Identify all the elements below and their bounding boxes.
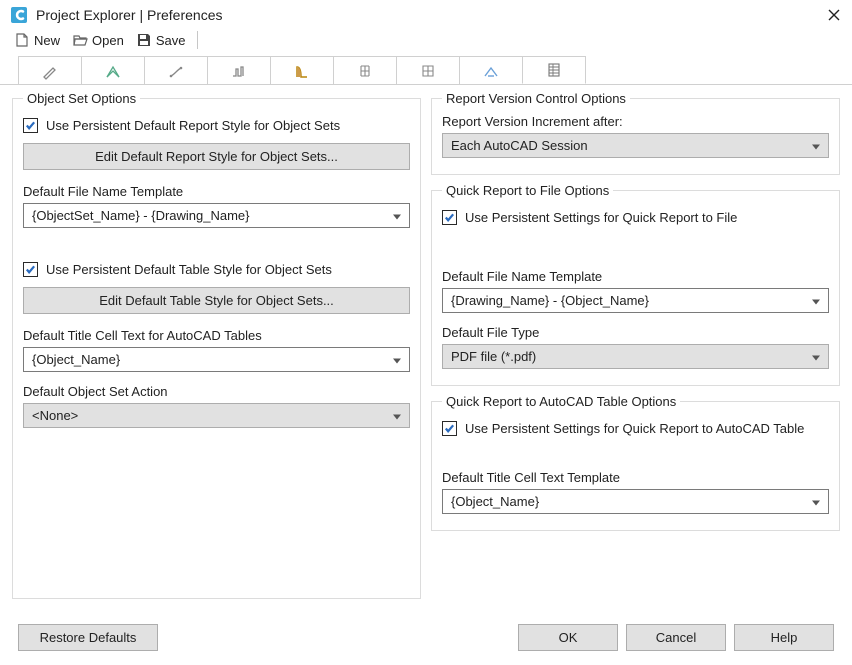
cancel-button[interactable]: Cancel	[626, 624, 726, 651]
titlebar: Project Explorer | Preferences	[0, 0, 852, 28]
use-persist-report-style-checkbox[interactable]: Use Persistent Default Report Style for …	[23, 118, 410, 133]
use-persist-quick-report-file-checkbox[interactable]: Use Persistent Settings for Quick Report…	[442, 210, 829, 225]
use-persist-quick-report-table-label: Use Persistent Settings for Quick Report…	[465, 421, 804, 436]
use-persist-table-style-checkbox[interactable]: Use Persistent Default Table Style for O…	[23, 262, 410, 277]
quick-report-table-group: Quick Report to AutoCAD Table Options Us…	[431, 394, 840, 531]
default-title-cell-value: {Object_Name}	[32, 352, 120, 367]
checkbox-icon	[442, 421, 457, 436]
default-title-cell-combo[interactable]: {Object_Name}	[23, 347, 410, 372]
default-title-cell-label: Default Title Cell Text for AutoCAD Tabl…	[23, 328, 410, 343]
quick-report-table-legend: Quick Report to AutoCAD Table Options	[442, 394, 680, 409]
qr-file-name-template-value: {Drawing_Name} - {Object_Name}	[451, 293, 649, 308]
toolbar-open-label: Open	[92, 33, 124, 48]
qr-file-type-label: Default File Type	[442, 325, 829, 340]
restore-defaults-button[interactable]: Restore Defaults	[18, 624, 158, 651]
app-icon	[10, 6, 28, 24]
report-version-increment-combo[interactable]: Each AutoCAD Session	[442, 133, 829, 158]
default-filename-template-combo[interactable]: {ObjectSet_Name} - {Drawing_Name}	[23, 203, 410, 228]
qr-table-title-template-combo[interactable]: {Object_Name}	[442, 489, 829, 514]
tab-8[interactable]	[459, 56, 523, 84]
qr-file-type-combo[interactable]: PDF file (*.pdf)	[442, 344, 829, 369]
tab-4[interactable]	[207, 56, 271, 84]
report-version-control-legend: Report Version Control Options	[442, 91, 630, 106]
toolbar-open[interactable]: Open	[68, 30, 128, 50]
default-filename-template-label: Default File Name Template	[23, 184, 410, 199]
tab-7[interactable]	[396, 56, 460, 84]
object-set-options-group: Object Set Options Use Persistent Defaul…	[12, 91, 421, 599]
close-icon[interactable]	[826, 7, 842, 23]
toolbar-new-label: New	[34, 33, 60, 48]
default-filename-template-value: {ObjectSet_Name} - {Drawing_Name}	[32, 208, 250, 223]
tab-9-active[interactable]	[522, 56, 586, 84]
qr-file-name-template-label: Default File Name Template	[442, 269, 829, 284]
help-button[interactable]: Help	[734, 624, 834, 651]
tabstrip	[0, 56, 852, 85]
open-folder-icon	[72, 32, 88, 48]
use-persist-quick-report-table-checkbox[interactable]: Use Persistent Settings for Quick Report…	[442, 421, 829, 436]
toolbar: New Open Save	[0, 28, 852, 56]
left-column: Object Set Options Use Persistent Defaul…	[12, 85, 421, 601]
report-version-increment-value: Each AutoCAD Session	[451, 138, 588, 153]
quick-report-file-group: Quick Report to File Options Use Persist…	[431, 183, 840, 386]
right-column: Report Version Control Options Report Ve…	[431, 85, 840, 601]
tab-5[interactable]	[270, 56, 334, 84]
tab-2[interactable]	[81, 56, 145, 84]
quick-report-file-legend: Quick Report to File Options	[442, 183, 613, 198]
tab-6[interactable]	[333, 56, 397, 84]
body: Object Set Options Use Persistent Defaul…	[0, 85, 852, 601]
qr-table-title-template-value: {Object_Name}	[451, 494, 539, 509]
toolbar-save-label: Save	[156, 33, 186, 48]
toolbar-new[interactable]: New	[10, 30, 64, 50]
use-persist-table-style-label: Use Persistent Default Table Style for O…	[46, 262, 332, 277]
edit-default-report-style-button[interactable]: Edit Default Report Style for Object Set…	[23, 143, 410, 170]
qr-table-title-template-label: Default Title Cell Text Template	[442, 470, 829, 485]
qr-file-type-value: PDF file (*.pdf)	[451, 349, 536, 364]
edit-default-table-style-button[interactable]: Edit Default Table Style for Object Sets…	[23, 287, 410, 314]
toolbar-save[interactable]: Save	[132, 30, 190, 50]
window-title: Project Explorer | Preferences	[36, 7, 818, 23]
checkbox-icon	[442, 210, 457, 225]
save-icon	[136, 32, 152, 48]
qr-file-name-template-combo[interactable]: {Drawing_Name} - {Object_Name}	[442, 288, 829, 313]
report-version-control-group: Report Version Control Options Report Ve…	[431, 91, 840, 175]
tab-3[interactable]	[144, 56, 208, 84]
report-version-increment-label: Report Version Increment after:	[442, 114, 829, 129]
checkbox-icon	[23, 262, 38, 277]
checkbox-icon	[23, 118, 38, 133]
default-object-set-action-label: Default Object Set Action	[23, 384, 410, 399]
toolbar-separator	[197, 31, 198, 49]
use-persist-quick-report-file-label: Use Persistent Settings for Quick Report…	[465, 210, 737, 225]
new-file-icon	[14, 32, 30, 48]
use-persist-report-style-label: Use Persistent Default Report Style for …	[46, 118, 340, 133]
footer: Restore Defaults OK Cancel Help	[0, 614, 852, 665]
tab-1[interactable]	[18, 56, 82, 84]
ok-button[interactable]: OK	[518, 624, 618, 651]
default-object-set-action-value: <None>	[32, 408, 78, 423]
default-object-set-action-combo[interactable]: <None>	[23, 403, 410, 428]
object-set-options-legend: Object Set Options	[23, 91, 140, 106]
